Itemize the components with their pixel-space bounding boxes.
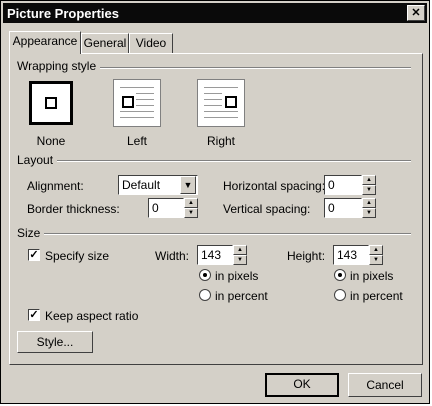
picture-properties-dialog: Picture Properties ✕ Appearance General … [0, 0, 430, 404]
border-thickness-value: 0 [152, 201, 159, 215]
alignment-label: Alignment: [27, 179, 84, 193]
border-thickness-field[interactable]: 0 [148, 198, 184, 218]
picture-square-icon [122, 96, 134, 108]
size-divider [17, 233, 411, 235]
width-pixels-radio[interactable] [199, 269, 211, 281]
cancel-button[interactable]: Cancel [348, 373, 422, 397]
height-percent-label: in percent [350, 289, 403, 303]
title-bar: Picture Properties ✕ [3, 3, 427, 23]
alignment-value: Default [122, 178, 161, 192]
wrap-none-option[interactable] [29, 81, 73, 125]
specify-size-label: Specify size [45, 249, 110, 263]
cancel-button-label: Cancel [366, 378, 404, 392]
close-button[interactable]: ✕ [407, 5, 425, 21]
width-pixels-label: in pixels [215, 269, 259, 283]
wrap-left-label: Left [126, 134, 147, 148]
horizontal-spacing-value: 0 [328, 178, 335, 192]
height-field[interactable]: 143 [333, 245, 369, 265]
picture-square-icon [225, 96, 237, 108]
vertical-spacing-value: 0 [328, 201, 335, 215]
wrap-right-label: Right [206, 134, 235, 148]
keep-aspect-checkbox[interactable]: ✓ [28, 309, 40, 321]
vertical-spacing-label: Vertical spacing: [223, 202, 311, 216]
tab-general[interactable]: General [81, 33, 129, 53]
picture-square-icon [45, 97, 57, 109]
width-percent-radio[interactable] [199, 289, 211, 301]
width-percent-label: in percent [215, 289, 268, 303]
tab-appearance[interactable]: Appearance [9, 31, 81, 54]
style-button[interactable]: Style... [17, 331, 93, 353]
wrap-none-label: None [36, 134, 66, 148]
height-pixels-label: in pixels [350, 269, 394, 283]
vertical-spacing-field[interactable]: 0 [324, 198, 362, 218]
wrap-left-option[interactable] [113, 79, 161, 127]
ok-button-label: OK [293, 377, 311, 391]
chevron-down-icon[interactable]: ▼ [180, 176, 196, 194]
size-heading: Size [17, 226, 45, 240]
tab-general-label: General [83, 36, 127, 50]
height-value: 143 [337, 248, 358, 262]
ok-button[interactable]: OK [265, 373, 339, 397]
layout-divider [17, 160, 411, 162]
height-percent-radio[interactable] [334, 289, 346, 301]
tab-video-label: Video [135, 36, 167, 50]
border-thickness-label: Border thickness: [27, 202, 120, 216]
wrapping-heading: Wrapping style [17, 59, 101, 73]
layout-heading: Layout [17, 153, 58, 167]
height-pixels-radio[interactable] [334, 269, 346, 281]
border-thickness-spinner[interactable]: ▲ ▼ [184, 198, 198, 218]
style-button-label: Style... [36, 335, 74, 349]
horizontal-spacing-label: Horizontal spacing: [223, 179, 326, 193]
specify-size-checkbox[interactable]: ✓ [28, 249, 40, 261]
width-field[interactable]: 143 [197, 245, 233, 265]
close-icon: ✕ [411, 7, 421, 19]
horizontal-spacing-spinner[interactable]: ▲ ▼ [362, 175, 376, 195]
width-value: 143 [201, 248, 222, 262]
keep-aspect-label: Keep aspect ratio [45, 309, 139, 323]
horizontal-spacing-field[interactable]: 0 [324, 175, 362, 195]
width-spinner[interactable]: ▲ ▼ [233, 245, 247, 265]
tab-appearance-label: Appearance [12, 34, 78, 48]
vertical-spacing-spinner[interactable]: ▲ ▼ [362, 198, 376, 218]
dialog-title: Picture Properties [7, 6, 119, 21]
height-spinner[interactable]: ▲ ▼ [369, 245, 383, 265]
height-label: Height: [287, 249, 326, 263]
wrap-right-option[interactable] [197, 79, 245, 127]
tab-video[interactable]: Video [129, 33, 173, 53]
width-label: Width: [155, 249, 190, 263]
